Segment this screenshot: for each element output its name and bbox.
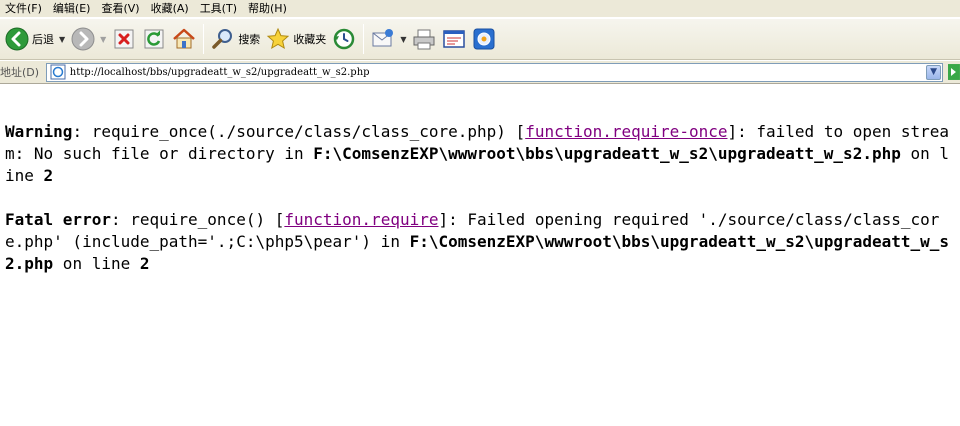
error-file-path: F:\ComsenzEXP\wwwroot\bbs\upgradeatt_w_s… [313, 144, 901, 163]
refresh-icon [144, 29, 164, 49]
messenger-icon [473, 28, 495, 50]
forward-arrow-icon [71, 27, 95, 51]
menu-edit[interactable]: 编辑(E) [50, 0, 99, 17]
toolbar-separator [203, 24, 205, 54]
address-bar: 地址(D) http://localhost/bbs/upgradeatt_w_… [0, 61, 960, 84]
function-doc-link[interactable]: function.require [284, 210, 438, 229]
forward-dropdown-icon[interactable]: ▼ [100, 35, 106, 44]
edit-button[interactable] [439, 24, 469, 54]
history-button[interactable] [329, 24, 359, 54]
error-text: on line [53, 254, 140, 273]
error-level: Fatal error [5, 210, 111, 229]
toolbar: 后退 ▼ ▼ 搜索 收藏夹 ▼ [0, 18, 960, 60]
address-input[interactable]: http://localhost/bbs/upgradeatt_w_s2/upg… [45, 62, 944, 82]
back-arrow-icon [5, 27, 29, 51]
menu-help[interactable]: 帮助(H) [245, 0, 295, 17]
stop-icon [114, 29, 134, 49]
menu-file[interactable]: 文件(F) [2, 0, 50, 17]
favorites-button[interactable]: 收藏夹 [263, 24, 329, 54]
toolbar-separator [363, 24, 365, 54]
history-icon [334, 28, 355, 50]
error-text: : require_once() [ [110, 210, 285, 229]
printer-icon [413, 29, 435, 50]
error-line-number: 2 [43, 166, 54, 185]
favorites-star-icon [267, 27, 290, 50]
home-button[interactable] [169, 24, 199, 54]
favorites-label: 收藏夹 [293, 33, 327, 46]
search-label: 搜索 [238, 33, 261, 46]
print-button[interactable] [409, 24, 439, 54]
page-content: Warning: require_once(./source/class/cla… [5, 121, 955, 297]
error-level: Warning [5, 122, 73, 141]
back-label: 后退 [32, 33, 54, 46]
mail-icon [372, 29, 394, 47]
fatal-error-message: Fatal error: require_once() [function.re… [5, 209, 955, 275]
error-line-number: 2 [139, 254, 150, 273]
search-icon [212, 29, 233, 49]
home-icon [173, 28, 196, 49]
error-text: : require_once(./source/class/class_core… [72, 122, 526, 141]
back-button[interactable]: 后退 ▼ [2, 24, 68, 54]
mail-button[interactable]: ▼ [368, 24, 409, 54]
refresh-button[interactable] [139, 24, 169, 54]
go-arrow-icon[interactable] [948, 64, 960, 80]
warning-message: Warning: require_once(./source/class/cla… [5, 121, 955, 187]
menu-bar: 文件(F) 编辑(E) 查看(V) 收藏(A) 工具(T) 帮助(H) [0, 0, 960, 17]
menu-view[interactable]: 查看(V) [98, 0, 147, 17]
edit-page-icon [443, 30, 466, 48]
address-dropdown-icon[interactable]: ▼ [926, 64, 942, 80]
menu-favorites[interactable]: 收藏(A) [148, 0, 197, 17]
messenger-button[interactable] [469, 24, 499, 54]
back-dropdown-icon[interactable]: ▼ [59, 35, 65, 44]
page-icon [50, 64, 66, 80]
forward-button[interactable]: ▼ [68, 24, 109, 54]
stop-button[interactable] [109, 24, 139, 54]
search-button[interactable]: 搜索 [208, 24, 263, 54]
address-url: http://localhost/bbs/upgradeatt_w_s2/upg… [69, 66, 370, 78]
mail-dropdown-icon[interactable]: ▼ [400, 35, 406, 44]
menu-tools[interactable]: 工具(T) [197, 0, 245, 17]
function-doc-link[interactable]: function.require-once [525, 122, 727, 141]
address-label: 地址(D) [0, 66, 40, 79]
